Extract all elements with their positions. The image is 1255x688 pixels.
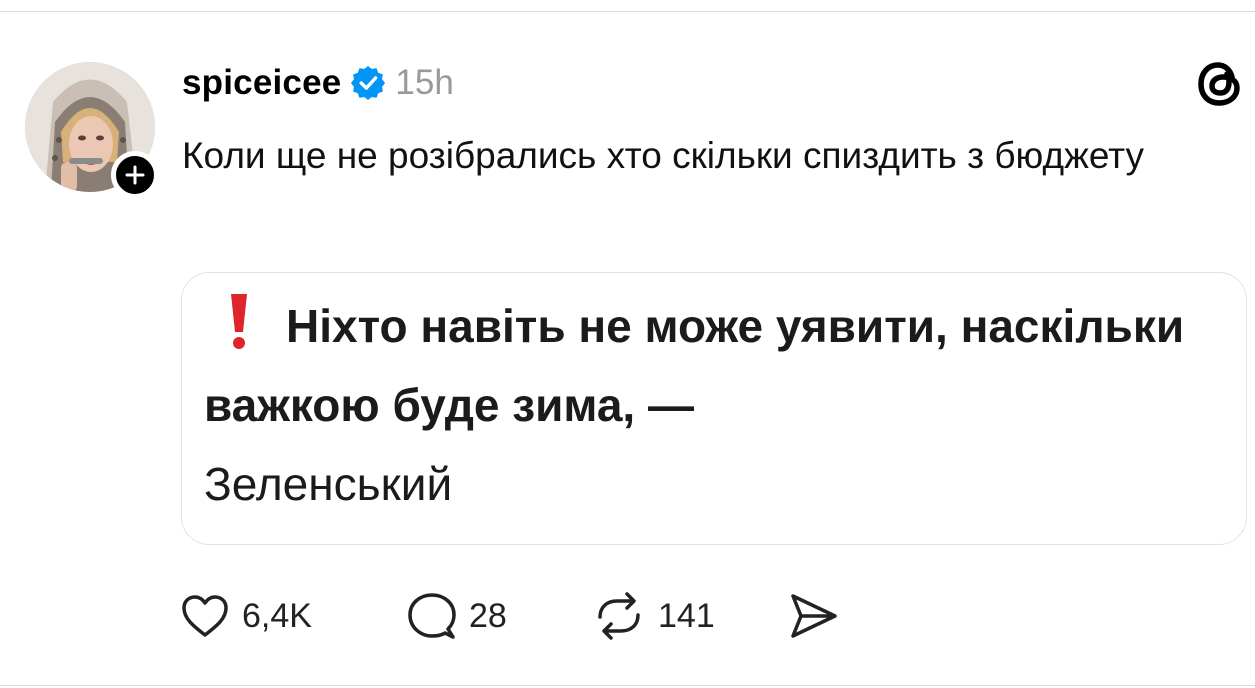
repost-count: 141: [658, 596, 715, 635]
reply-count: 28: [469, 596, 507, 635]
like-button[interactable]: 6,4K: [180, 588, 312, 644]
top-divider: [0, 11, 1255, 12]
exclamation-icon: [231, 294, 247, 349]
share-button[interactable]: [788, 588, 840, 644]
verified-badge-icon: [351, 66, 386, 100]
post-text: Коли ще не розібрались хто скільки спизд…: [182, 135, 1145, 176]
send-arrow-icon: [791, 594, 837, 638]
heart-icon: [182, 595, 228, 637]
follow-button[interactable]: [111, 151, 159, 199]
bottom-divider: [0, 685, 1255, 686]
quote-image-card[interactable]: Ніхто навіть не може уявити, наскільки в…: [181, 272, 1247, 545]
plus-icon: [125, 165, 145, 185]
post-header: spiceicee 15h: [182, 60, 454, 106]
post-actions: 6,4K 28 141: [180, 588, 880, 644]
quote-author: Зеленський: [204, 458, 453, 510]
comment-bubble-icon: [408, 593, 456, 639]
repost-arrows-icon: [598, 592, 640, 640]
quote-headline: Ніхто навіть не може уявити, наскільки в…: [204, 300, 1185, 431]
username[interactable]: spiceicee: [182, 63, 341, 103]
quote-image-text: Ніхто навіть не може уявити, наскільки в…: [204, 287, 1224, 524]
repost-button[interactable]: 141: [592, 588, 715, 644]
threads-logo-icon[interactable]: [1194, 58, 1246, 110]
reply-button[interactable]: 28: [407, 588, 507, 644]
post-time: 15h: [395, 63, 454, 102]
like-count: 6,4K: [242, 596, 312, 635]
